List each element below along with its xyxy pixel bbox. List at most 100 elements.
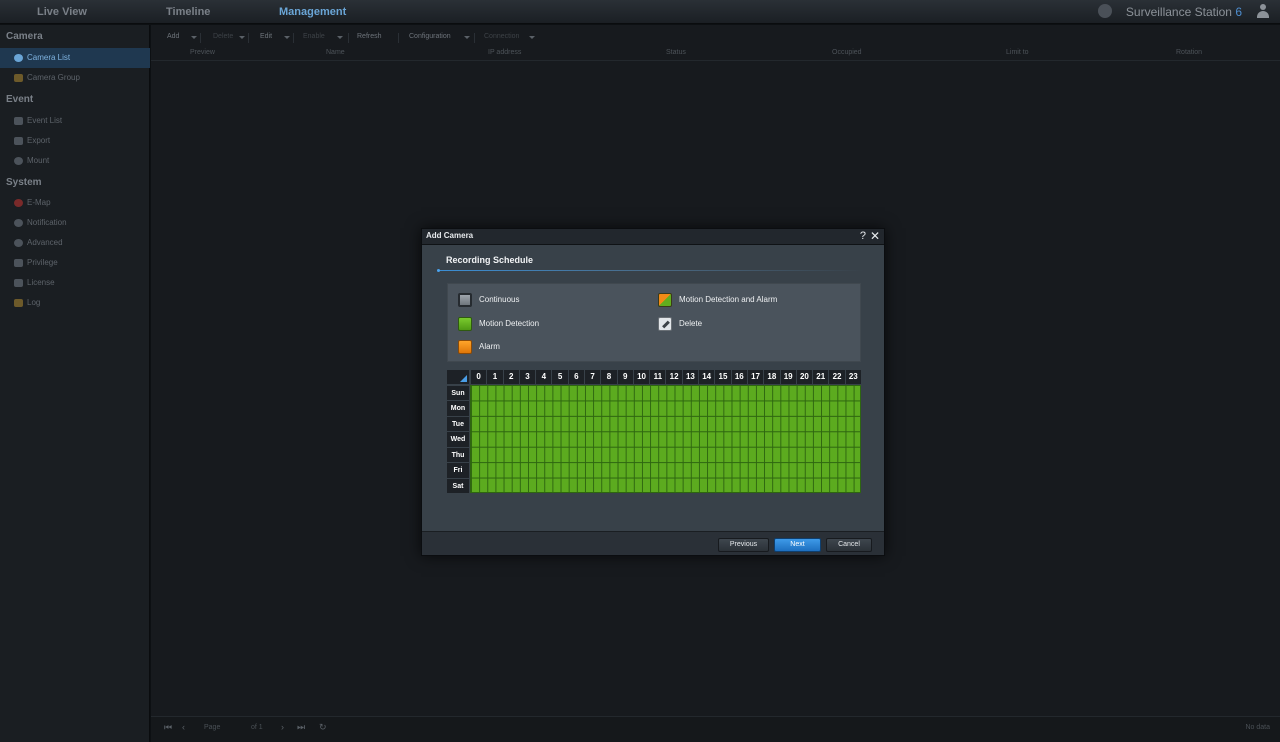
enable-dropdown-icon[interactable] bbox=[337, 36, 343, 39]
reload-icon[interactable]: ↻ bbox=[319, 722, 327, 733]
hour-header-cell[interactable]: 2 bbox=[502, 370, 519, 384]
day-header-cell[interactable]: Mon bbox=[447, 400, 469, 416]
step-progress-dot bbox=[437, 269, 440, 272]
last-page-icon[interactable]: ⏭ bbox=[297, 722, 305, 733]
legend-alarm[interactable]: Alarm bbox=[458, 340, 500, 354]
help-icon[interactable]: ? bbox=[860, 230, 866, 242]
hour-header-cell[interactable]: 0 bbox=[470, 370, 487, 384]
sidebar-item-e-map[interactable]: E-Map bbox=[0, 193, 150, 213]
sidebar-item-license[interactable]: License bbox=[0, 273, 150, 293]
sidebar-item-privilege[interactable]: Privilege bbox=[0, 253, 150, 273]
column-preview[interactable]: Preview bbox=[190, 49, 215, 56]
hour-header-cell[interactable]: 3 bbox=[518, 370, 536, 384]
add-dropdown-icon[interactable] bbox=[191, 36, 197, 39]
sidebar-item-mount[interactable]: Mount bbox=[0, 151, 150, 171]
connection-dropdown-icon[interactable] bbox=[529, 36, 535, 39]
hour-header-cell[interactable]: 20 bbox=[795, 370, 813, 384]
day-header-cell[interactable]: Tue bbox=[447, 415, 469, 432]
sidebar-item-notification[interactable]: Notification bbox=[0, 213, 150, 233]
sidebar-item-advanced[interactable]: Advanced bbox=[0, 233, 150, 253]
prev-page-icon[interactable]: ‹ bbox=[182, 722, 185, 732]
hour-header-cell[interactable]: 5 bbox=[551, 370, 568, 384]
select-all-corner[interactable] bbox=[447, 370, 469, 384]
previous-button[interactable]: Previous bbox=[718, 538, 769, 552]
brand-version: 6 bbox=[1235, 5, 1242, 19]
delete-button[interactable]: Delete bbox=[205, 29, 241, 45]
hour-header-cell[interactable]: 14 bbox=[698, 370, 715, 384]
list-icon bbox=[14, 117, 23, 125]
tab-management[interactable]: Management bbox=[279, 0, 346, 24]
sidebar-item-label: E-Map bbox=[27, 198, 51, 207]
legend-delete[interactable]: Delete bbox=[658, 317, 702, 331]
configuration-button[interactable]: Configuration bbox=[401, 29, 459, 45]
user-icon[interactable] bbox=[1256, 4, 1270, 19]
hour-header-cell[interactable]: 16 bbox=[730, 370, 747, 384]
legend-motion-and-alarm[interactable]: Motion Detection and Alarm bbox=[658, 293, 777, 307]
hour-header-cell[interactable]: 19 bbox=[779, 370, 796, 384]
gear-icon bbox=[14, 239, 23, 247]
hour-header-cell[interactable]: 7 bbox=[584, 370, 601, 384]
hour-header-cell[interactable]: 1 bbox=[486, 370, 503, 384]
day-header-cell[interactable]: Fri bbox=[447, 462, 469, 478]
hour-header-cell[interactable]: 9 bbox=[616, 370, 633, 384]
edit-dropdown-icon[interactable] bbox=[284, 36, 290, 39]
hour-header-cell[interactable]: 4 bbox=[535, 370, 552, 384]
column-occupied[interactable]: Occupied bbox=[832, 49, 862, 56]
sidebar-item-label: Log bbox=[27, 298, 41, 307]
sidebar-item-export[interactable]: Export bbox=[0, 131, 150, 151]
configuration-dropdown-icon[interactable] bbox=[464, 36, 470, 39]
sidebar-item-camera-group[interactable]: Camera Group bbox=[0, 68, 150, 88]
hour-header-cell[interactable]: 22 bbox=[828, 370, 845, 384]
tab-timeline[interactable]: Timeline bbox=[166, 0, 210, 24]
hour-header-cell[interactable]: 17 bbox=[746, 370, 764, 384]
tab-live-view[interactable]: Live View bbox=[37, 0, 87, 24]
column-status[interactable]: Status bbox=[666, 49, 686, 56]
hour-header-cell[interactable]: 12 bbox=[665, 370, 682, 384]
step-title: Recording Schedule bbox=[446, 255, 534, 265]
day-header-cell[interactable]: Sat bbox=[447, 477, 469, 493]
hour-header-cell[interactable]: 11 bbox=[649, 370, 666, 384]
hour-header-cell[interactable]: 13 bbox=[681, 370, 699, 384]
legend-label: Continuous bbox=[479, 295, 520, 304]
column-ip-address[interactable]: IP address bbox=[488, 49, 521, 56]
cancel-button[interactable]: Cancel bbox=[826, 538, 872, 552]
sidebar-item-label: Camera List bbox=[27, 53, 71, 62]
hour-header-cell[interactable]: 21 bbox=[812, 370, 829, 384]
mount-icon bbox=[14, 157, 23, 165]
sidebar-item-event-list[interactable]: Event List bbox=[0, 111, 150, 131]
page-of-label: of 1 bbox=[251, 724, 263, 731]
column-limit-to[interactable]: Limit to bbox=[1006, 49, 1029, 56]
day-header-cell[interactable]: Sun bbox=[447, 385, 469, 401]
column-rotation[interactable]: Rotation bbox=[1176, 49, 1202, 56]
day-header-cell[interactable]: Wed bbox=[447, 431, 469, 447]
legend-continuous[interactable]: Continuous bbox=[458, 293, 519, 307]
app-brand: Surveillance Station 6 bbox=[1126, 0, 1242, 24]
add-button[interactable]: Add bbox=[159, 29, 187, 45]
first-page-icon[interactable]: ⏮ bbox=[164, 722, 172, 733]
column-name[interactable]: Name bbox=[326, 49, 345, 56]
legend-motion-detection[interactable]: Motion Detection bbox=[458, 317, 539, 331]
hour-header-cell[interactable]: 18 bbox=[763, 370, 780, 384]
schedule-slots[interactable] bbox=[470, 385, 861, 493]
enable-button[interactable]: Enable bbox=[295, 29, 333, 45]
connection-button[interactable]: Connection bbox=[476, 29, 527, 45]
edit-button[interactable]: Edit bbox=[252, 29, 280, 45]
delete-dropdown-icon[interactable] bbox=[239, 36, 245, 39]
hour-header-cell[interactable]: 8 bbox=[600, 370, 617, 384]
sidebar-item-label: Export bbox=[27, 136, 51, 145]
hour-header-cell[interactable]: 23 bbox=[844, 370, 861, 384]
next-button[interactable]: Next bbox=[774, 538, 821, 552]
close-icon[interactable]: ✕ bbox=[870, 229, 880, 243]
pager: ⏮ ‹ Page of 1 › ⏭ ↻ No data bbox=[151, 716, 1280, 742]
sidebar-item-log[interactable]: Log bbox=[0, 293, 150, 313]
next-page-icon[interactable]: › bbox=[281, 722, 284, 732]
hour-header-cell[interactable]: 10 bbox=[632, 370, 650, 384]
dialog-title-bar[interactable]: Add Camera ? ✕ bbox=[422, 229, 884, 245]
hour-header-cell[interactable]: 6 bbox=[567, 370, 585, 384]
map-icon bbox=[14, 199, 23, 207]
toolbar-divider bbox=[248, 33, 249, 43]
day-header-cell[interactable]: Thu bbox=[447, 446, 469, 463]
hour-header-cell[interactable]: 15 bbox=[714, 370, 731, 384]
sidebar-item-camera-list[interactable]: Camera List bbox=[0, 48, 150, 68]
refresh-button[interactable]: Refresh bbox=[349, 29, 390, 45]
